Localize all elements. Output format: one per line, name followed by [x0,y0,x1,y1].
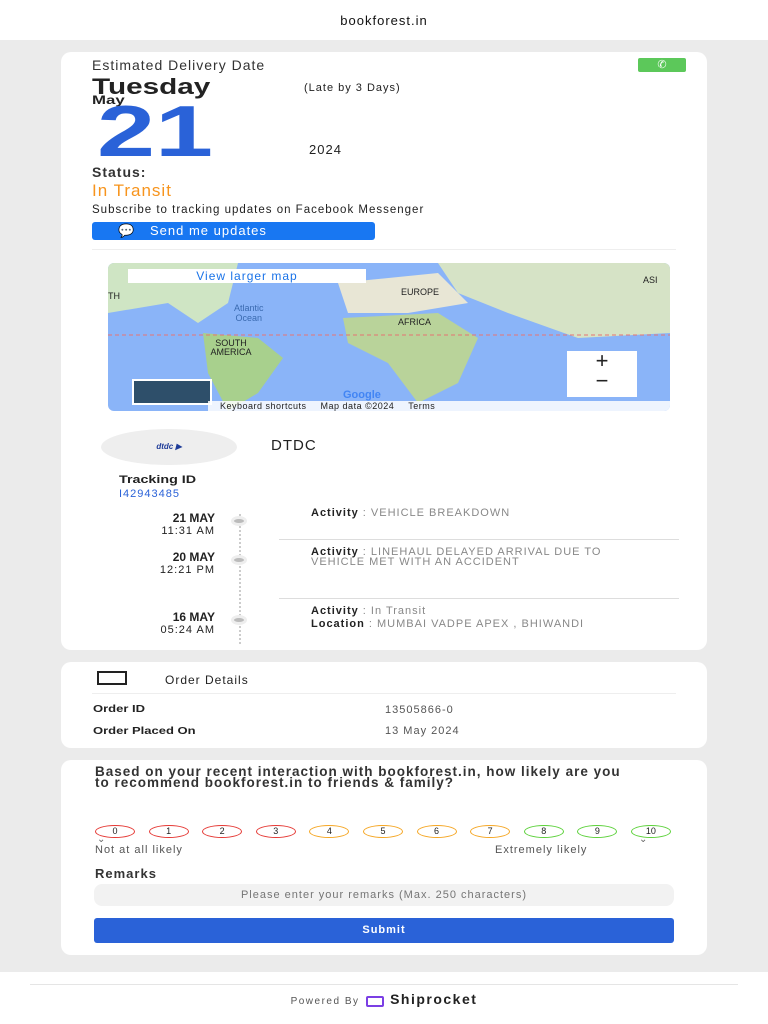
zoom-out-button[interactable]: − [567,370,637,392]
remarks-input[interactable] [94,884,674,906]
send-updates-button[interactable]: 💬 Send me updates [92,222,375,240]
timeline-entry-1-time: 21 MAY 11:31 AM [109,511,215,537]
tracking-label: Tracking ID [119,474,197,486]
site-title: bookforest.in [340,12,428,28]
nps-score-5[interactable]: 5 [362,825,403,838]
map-label-asia: ASI [643,275,658,285]
divider [92,693,676,694]
timeline-activity: Activity : In Transit Location : MUMBAI … [311,605,585,630]
submit-button[interactable]: Submit [94,918,674,943]
nps-score-9[interactable]: 9 [577,825,618,838]
courier-logo: dtdc ▶ [101,429,237,465]
timeline-activity: Activity : LINEHAUL DELAYED ARRIVAL DUE … [311,546,602,568]
chevron-down-icon: ⌄ [639,834,648,845]
late-note: (Late by 3 Days) [304,82,401,94]
shiprocket-logo-icon [365,995,384,1007]
divider [279,598,679,599]
box-icon [97,671,127,685]
send-updates-label: Send me updates [150,223,267,238]
map-label-south-america: SOUTH AMERICA [210,338,252,357]
order-placed-label: Order Placed On [93,726,196,737]
nps-score-7[interactable]: 7 [470,825,511,838]
map[interactable]: View larger map Atlantic Ocean EUROPE AFR… [108,263,670,411]
timeline-time: 05:24 AM [160,624,215,636]
delivery-card: Estimated Delivery Date ✆ Tuesday (Late … [61,52,707,650]
order-placed: 13 May 2024 [385,725,460,737]
terms-link[interactable]: Terms [408,401,435,411]
order-title: Order Details [165,673,249,687]
timeline-date: 16 MAY [172,610,215,624]
nps-score-10[interactable]: 10 [630,825,671,838]
divider [279,539,679,540]
delivery-day: 21 [97,92,214,172]
subscribe-text: Subscribe to tracking updates on Faceboo… [92,204,425,216]
timeline-time: 12:21 PM [159,564,215,576]
shiprocket-brand: Shiprocket [390,991,478,1007]
nps-question: Based on your recent interaction with bo… [95,764,621,790]
powered-by-label: Powered By [290,996,360,1007]
nps-score-4[interactable]: 4 [309,825,350,838]
timeline-time: 11:31 AM [161,525,215,537]
footer: Powered By Shiprocket [30,984,738,1007]
nps-score-2[interactable]: 2 [202,825,243,838]
satellite-toggle[interactable] [132,379,212,405]
map-label-ocean: Ocean [235,313,263,323]
nps-score-8[interactable]: 8 [523,825,564,838]
map-data-text: Map data ©2024 [320,401,395,411]
messenger-icon: 💬 [118,223,136,238]
view-larger-map-link[interactable]: View larger map [128,269,366,283]
status-label: Status: [92,164,147,180]
order-id-label: Order ID [93,704,146,715]
keyboard-shortcuts-link[interactable]: Keyboard shortcuts [220,401,307,411]
map-label-africa: AFRICA [398,317,432,327]
timeline-date: 21 MAY [172,511,215,525]
order-details-card: Order Details Order ID 13505866-0 Order … [61,662,707,748]
timeline-activity: Activity : VEHICLE BREAKDOWN [311,507,511,519]
remarks-label: Remarks [95,866,157,881]
nps-low-label: Not at all likely [95,844,183,856]
delivery-label: Estimated Delivery Date [92,57,266,73]
whatsapp-icon[interactable]: ✆ [638,58,686,72]
timeline-dot [231,555,247,565]
map-label-north: TH [108,291,120,301]
nps-card: Based on your recent interaction with bo… [61,760,707,955]
google-logo: Google [343,389,381,401]
timeline-entry-2-time: 20 MAY 12:21 PM [109,550,215,576]
nps-high-label: Extremely likely [495,844,588,856]
zoom-controls[interactable]: + − [567,350,637,397]
timeline-entry-3-time: 16 MAY 05:24 AM [109,610,215,636]
nps-score-1[interactable]: 1 [148,825,189,838]
delivery-year: 2024 [309,142,342,157]
timeline-date: 20 MAY [172,550,215,564]
nps-score-3[interactable]: 3 [255,825,296,838]
timeline-dot [231,615,247,625]
order-id: 13505866-0 [385,704,454,716]
nps-scores: 0 1 2 3 4 5 6 7 8 9 10 [95,821,685,839]
divider [92,249,676,250]
map-label-atlantic: Atlantic [234,303,264,313]
courier-name: DTDC [271,437,317,454]
map-label-europe: EUROPE [401,287,440,297]
tracking-id[interactable]: I42943485 [119,488,180,500]
nps-score-6[interactable]: 6 [416,825,457,838]
timeline-dot [231,516,247,526]
status-value: In Transit [92,181,172,200]
